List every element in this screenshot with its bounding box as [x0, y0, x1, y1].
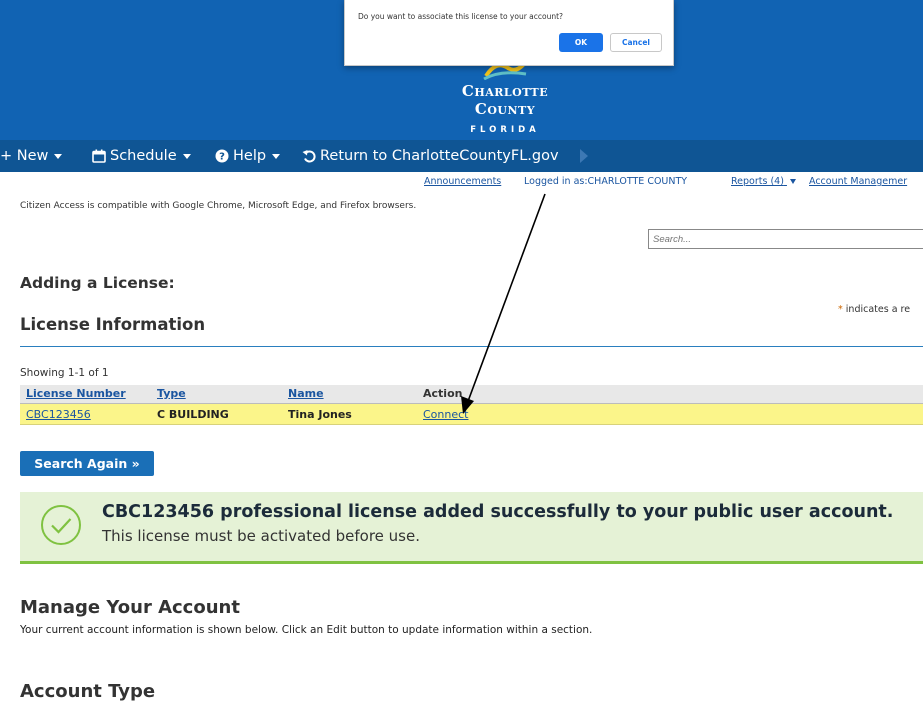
- section-divider: [20, 346, 923, 347]
- manage-account-description: Your current account information is show…: [20, 624, 593, 636]
- nav-return-label: Return to CharlotteCountyFL.gov: [320, 148, 559, 164]
- column-action: Action: [423, 387, 463, 400]
- required-note: * indicates a re: [838, 304, 910, 315]
- confirm-dialog: Do you want to associate this license to…: [344, 0, 674, 66]
- required-star: *: [838, 304, 843, 315]
- return-arrow-icon: [302, 150, 316, 163]
- reports-label: Reports (4): [731, 176, 784, 187]
- nav-schedule-menu[interactable]: Schedule: [92, 148, 191, 164]
- svg-text:?: ?: [219, 152, 225, 163]
- caret-down-icon: [789, 179, 796, 184]
- browser-compat-note: Citizen Access is compatible with Google…: [20, 201, 417, 211]
- table-row: CBC123456 C BUILDING Tina Jones Connect: [20, 404, 923, 425]
- chevron-down-icon: [54, 153, 63, 159]
- help-circle-icon: ?: [215, 149, 229, 163]
- column-name[interactable]: Name: [288, 387, 324, 400]
- success-subtitle: This license must be activated before us…: [102, 527, 420, 545]
- main-nav: + New Schedule ? Help Return to Charlott…: [0, 140, 923, 172]
- logged-in-text: Logged in as:CHARLOTTE COUNTY: [524, 176, 688, 187]
- nav-help-menu[interactable]: ? Help: [215, 148, 281, 164]
- nav-chevron-decoration: [580, 149, 588, 163]
- nav-new-label: + New: [0, 148, 49, 164]
- license-number-link[interactable]: CBC123456: [26, 408, 91, 421]
- success-message: CBC123456 professional license added suc…: [20, 492, 923, 564]
- announcements-link[interactable]: Announcements: [424, 176, 501, 187]
- table-header: License Number Type Name Action: [20, 385, 923, 404]
- county-logo[interactable]: Charlotte County FLORIDA: [430, 58, 580, 135]
- account-management-link[interactable]: Account Managemer: [809, 176, 907, 187]
- license-type-cell: C BUILDING: [157, 408, 229, 421]
- chevron-down-icon: [182, 153, 191, 159]
- required-note-text: indicates a re: [845, 304, 911, 315]
- reports-link[interactable]: Reports (4): [731, 176, 796, 187]
- license-section-title: License Information: [20, 315, 206, 334]
- license-name-cell: Tina Jones: [288, 408, 352, 421]
- nav-help-label: Help: [233, 148, 267, 164]
- search-again-button[interactable]: Search Again »: [20, 451, 154, 476]
- column-license-number[interactable]: License Number: [26, 387, 126, 400]
- search-input[interactable]: [648, 229, 923, 249]
- nav-schedule-label: Schedule: [110, 148, 177, 164]
- results-count: Showing 1-1 of 1: [20, 367, 109, 379]
- dialog-ok-button[interactable]: OK: [559, 33, 603, 52]
- check-circle-icon: [41, 505, 81, 545]
- dialog-message: Do you want to associate this license to…: [358, 12, 564, 21]
- success-title: CBC123456 professional license added suc…: [102, 502, 894, 522]
- logo-state-text: FLORIDA: [470, 125, 540, 135]
- dialog-cancel-button[interactable]: Cancel: [610, 33, 662, 52]
- calendar-icon: [92, 149, 106, 163]
- nav-return-link[interactable]: Return to CharlotteCountyFL.gov: [302, 148, 559, 164]
- page-title: Adding a License:: [20, 274, 175, 292]
- manage-account-title: Manage Your Account: [20, 597, 240, 618]
- chevron-down-icon: [272, 153, 281, 159]
- column-type[interactable]: Type: [157, 387, 186, 400]
- nav-new-menu[interactable]: + New: [0, 148, 63, 164]
- account-type-title: Account Type: [20, 681, 156, 702]
- logo-county-text: Charlotte County: [461, 82, 549, 118]
- connect-link[interactable]: Connect: [423, 408, 468, 421]
